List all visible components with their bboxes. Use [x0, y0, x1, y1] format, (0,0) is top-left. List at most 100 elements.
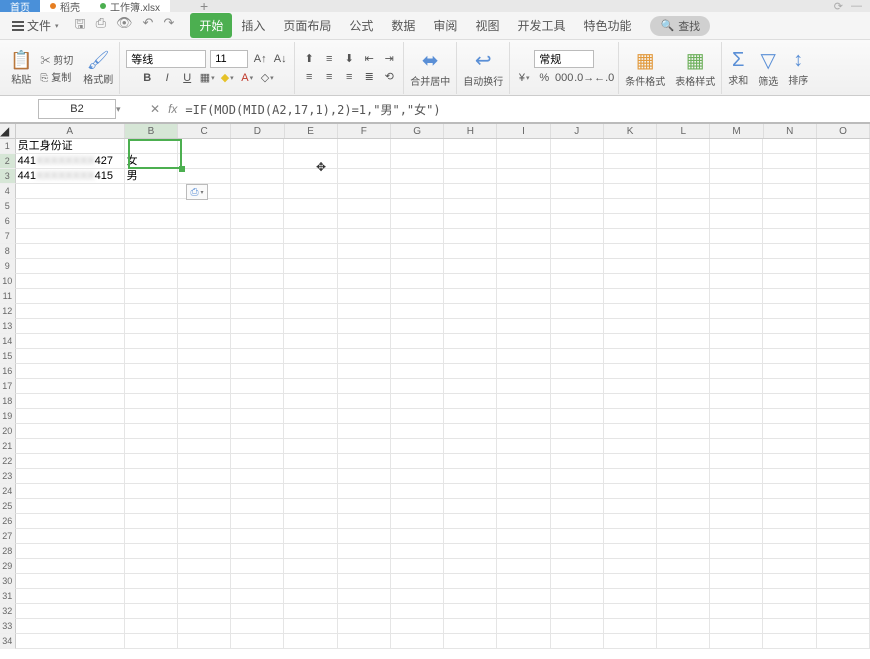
cell[interactable] — [497, 439, 550, 454]
cell[interactable] — [763, 379, 816, 394]
cell[interactable] — [497, 304, 550, 319]
cell[interactable] — [710, 619, 763, 634]
cell[interactable] — [497, 184, 550, 199]
cell[interactable] — [444, 184, 497, 199]
cell[interactable] — [391, 379, 444, 394]
cell[interactable] — [497, 319, 550, 334]
cell[interactable] — [444, 619, 497, 634]
font-size-select[interactable] — [210, 50, 248, 68]
cell[interactable] — [125, 409, 178, 424]
cell[interactable] — [657, 499, 710, 514]
cell[interactable] — [604, 139, 657, 154]
cell[interactable] — [444, 409, 497, 424]
col-header-C[interactable]: C — [178, 124, 231, 138]
cell[interactable] — [444, 289, 497, 304]
cell[interactable] — [284, 589, 337, 604]
cell[interactable] — [444, 229, 497, 244]
cell[interactable] — [763, 349, 816, 364]
cell[interactable] — [817, 484, 870, 499]
cell[interactable] — [551, 334, 604, 349]
row-header[interactable]: 8 — [0, 244, 16, 259]
align-center-icon[interactable]: ≡ — [321, 69, 337, 85]
cell[interactable] — [125, 229, 178, 244]
cell[interactable] — [16, 409, 125, 424]
cell[interactable] — [817, 364, 870, 379]
cell[interactable] — [338, 529, 391, 544]
cell[interactable] — [444, 259, 497, 274]
cell[interactable] — [763, 214, 816, 229]
cell[interactable] — [338, 424, 391, 439]
row-header[interactable]: 27 — [0, 529, 16, 544]
border-button[interactable]: ▦▾ — [199, 70, 215, 86]
cell[interactable]: 女 — [125, 154, 178, 169]
cell[interactable] — [763, 499, 816, 514]
cell[interactable] — [551, 214, 604, 229]
copy-button[interactable]: ⎘ 复制 — [40, 69, 73, 84]
cell[interactable] — [284, 574, 337, 589]
cell[interactable] — [497, 379, 550, 394]
cell[interactable] — [604, 499, 657, 514]
cell[interactable] — [763, 244, 816, 259]
cell[interactable] — [604, 244, 657, 259]
cell[interactable] — [391, 139, 444, 154]
col-header-D[interactable]: D — [231, 124, 284, 138]
cell[interactable] — [16, 229, 125, 244]
cell[interactable] — [817, 184, 870, 199]
cell[interactable] — [551, 424, 604, 439]
cell[interactable] — [817, 544, 870, 559]
cell[interactable] — [284, 394, 337, 409]
cell[interactable] — [710, 544, 763, 559]
cell[interactable] — [125, 484, 178, 499]
cell[interactable] — [497, 169, 550, 184]
cell[interactable] — [763, 274, 816, 289]
cell[interactable] — [497, 334, 550, 349]
row-header[interactable]: 20 — [0, 424, 16, 439]
cell[interactable] — [657, 364, 710, 379]
cell[interactable] — [817, 424, 870, 439]
cell[interactable] — [763, 154, 816, 169]
cell[interactable] — [178, 409, 231, 424]
tab-dev-tools[interactable]: 开发工具 — [508, 13, 574, 38]
cell[interactable] — [391, 484, 444, 499]
cell[interactable] — [497, 514, 550, 529]
row-header[interactable]: 10 — [0, 274, 16, 289]
cell[interactable] — [391, 229, 444, 244]
cell[interactable] — [497, 634, 550, 649]
col-header-H[interactable]: H — [444, 124, 497, 138]
row-header[interactable]: 1 — [0, 139, 16, 154]
col-header-F[interactable]: F — [338, 124, 391, 138]
cell[interactable] — [178, 514, 231, 529]
cell[interactable] — [817, 529, 870, 544]
cell[interactable] — [604, 454, 657, 469]
cell[interactable] — [710, 424, 763, 439]
cell[interactable] — [391, 499, 444, 514]
cell[interactable] — [338, 379, 391, 394]
cell[interactable] — [444, 604, 497, 619]
cell[interactable] — [497, 409, 550, 424]
paste-icon[interactable]: 📋 — [10, 50, 32, 71]
cell[interactable] — [551, 169, 604, 184]
cell[interactable] — [763, 454, 816, 469]
cell[interactable] — [338, 589, 391, 604]
cell[interactable] — [604, 304, 657, 319]
cell[interactable] — [551, 469, 604, 484]
cell[interactable] — [710, 319, 763, 334]
cell[interactable] — [284, 529, 337, 544]
cell[interactable] — [551, 184, 604, 199]
cell[interactable] — [125, 349, 178, 364]
cell[interactable] — [604, 364, 657, 379]
cell[interactable] — [710, 349, 763, 364]
cell[interactable] — [444, 634, 497, 649]
cell[interactable] — [125, 574, 178, 589]
cell[interactable] — [817, 574, 870, 589]
fx-icon[interactable]: fx — [168, 102, 177, 116]
cell[interactable] — [710, 229, 763, 244]
cell[interactable] — [284, 559, 337, 574]
cell[interactable] — [657, 154, 710, 169]
cell[interactable] — [551, 364, 604, 379]
cell[interactable] — [763, 184, 816, 199]
cell[interactable] — [284, 169, 337, 184]
row-header[interactable]: 25 — [0, 499, 16, 514]
cell[interactable] — [178, 439, 231, 454]
cell[interactable] — [338, 559, 391, 574]
